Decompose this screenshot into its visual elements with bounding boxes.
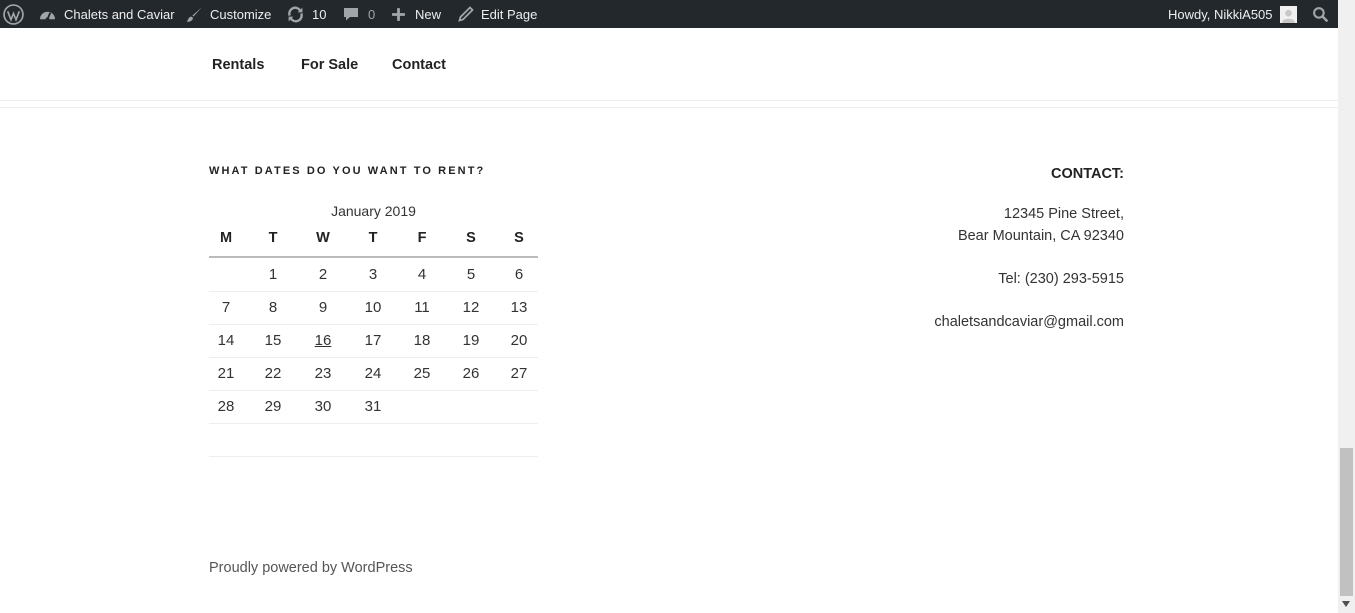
calendar-day: 27	[510, 365, 528, 382]
calendar-day: 20	[510, 332, 528, 349]
divider	[209, 456, 538, 457]
calendar-day: 10	[364, 299, 382, 316]
scrollbar-thumb[interactable]	[1340, 448, 1353, 596]
weekday-sun: S	[514, 230, 524, 246]
site-name-link[interactable]: Chalets and Caviar	[39, 0, 175, 28]
dashboard-icon	[39, 7, 56, 22]
new-content-link[interactable]: New	[391, 0, 441, 28]
calendar-day: 28	[217, 398, 235, 415]
edit-page-link[interactable]: Edit Page	[458, 0, 537, 28]
weekday-fri: F	[417, 230, 427, 246]
calendar-day: 14	[217, 332, 235, 349]
calendar-day: 3	[368, 266, 378, 283]
customize-label: Customize	[210, 6, 272, 22]
calendar-day: 21	[217, 365, 235, 382]
calendar-day: 29	[264, 398, 282, 415]
updates-link[interactable]: 10	[287, 0, 326, 28]
customize-link[interactable]: Customize	[186, 0, 271, 28]
calendar-week-row: 14 15 16 17 18 19 20	[209, 325, 538, 358]
calendar-day: 19	[462, 332, 480, 349]
calendar-day: 6	[514, 266, 524, 283]
calendar-widget-title: What dates do you want to rent?	[209, 165, 486, 177]
calendar-day: 23	[314, 365, 332, 382]
powered-by-link[interactable]: Proudly powered by WordPress	[209, 560, 413, 576]
weekday-wed: W	[316, 230, 330, 246]
nav-item-rentals[interactable]: Rentals	[212, 57, 264, 73]
calendar-day: 5	[466, 266, 476, 283]
new-label: New	[415, 6, 442, 22]
calendar-day: 24	[364, 365, 382, 382]
nav-item-contact[interactable]: Contact	[392, 57, 446, 73]
calendar-day: 4	[417, 266, 427, 283]
calendar-day: 9	[318, 299, 328, 316]
wordpress-logo-icon[interactable]	[3, 0, 24, 28]
calendar-day: 1	[268, 266, 278, 283]
comments-count: 0	[368, 6, 376, 22]
calendar-week-row: 28 29 30 31	[209, 391, 538, 424]
calendar-day: 31	[364, 398, 382, 415]
calendar-day: 15	[264, 332, 282, 349]
calendar-day: 26	[462, 365, 480, 382]
calendar-week-row: 7 8 9 10 11 12 13	[209, 292, 538, 325]
calendar-day: 13	[510, 299, 528, 316]
calendar-day: 30	[314, 398, 332, 415]
scroll-down-arrow-icon[interactable]	[1342, 601, 1350, 607]
calendar-day: 18	[413, 332, 431, 349]
pencil-icon	[458, 6, 474, 22]
updates-count: 10	[312, 6, 327, 22]
calendar-day: 17	[364, 332, 382, 349]
contact-widget: CONTACT: 12345 Pine Street, Bear Mountai…	[934, 166, 1124, 333]
howdy-label: Howdy, NikkiA505	[1168, 6, 1273, 22]
my-account-link[interactable]: Howdy, NikkiA505	[1168, 0, 1297, 28]
calendar-day: 12	[462, 299, 480, 316]
calendar-week-row: 21 22 23 24 25 26 27	[209, 358, 538, 391]
avatar	[1279, 5, 1297, 23]
weekday-tue: T	[268, 230, 278, 246]
address-line-2: Bear Mountain, CA 92340	[957, 228, 1124, 244]
admin-bar: Chalets and Caviar Customize 10 0 New Ed…	[0, 0, 1338, 28]
plus-icon	[391, 7, 406, 22]
comment-icon	[343, 6, 359, 22]
calendar-caption: January 2019	[331, 203, 416, 219]
calendar-day: 7	[221, 299, 231, 316]
weekday-sat: S	[466, 230, 476, 246]
contact-phone: Tel: (230) 293-5915	[998, 271, 1124, 287]
calendar-day: 2	[318, 266, 328, 283]
main-navigation: Rentals For Sale Contact	[0, 28, 1338, 101]
nav-item-for-sale[interactable]: For Sale	[301, 57, 358, 73]
calendar-day: 25	[413, 365, 431, 382]
contact-title: CONTACT:	[1050, 166, 1124, 182]
comments-link[interactable]: 0	[343, 0, 375, 28]
weekday-mon: M	[219, 230, 233, 246]
calendar-day: 8	[268, 299, 278, 316]
site-name-label: Chalets and Caviar	[64, 6, 175, 22]
calendar-week-row: 1 2 3 4 5 6	[209, 259, 538, 292]
edit-page-label: Edit Page	[481, 6, 538, 22]
search-icon[interactable]	[1312, 0, 1329, 28]
updates-icon	[287, 6, 304, 23]
calendar-day: 22	[264, 365, 282, 382]
calendar-header-row: M T W T F S S	[209, 226, 538, 258]
scrollbar[interactable]	[1338, 0, 1355, 613]
weekday-thu: T	[368, 230, 378, 246]
divider	[0, 107, 1338, 108]
address-line-1: 12345 Pine Street,	[1003, 206, 1124, 222]
calendar-day-today: 16	[314, 332, 332, 349]
calendar-day: 11	[414, 299, 430, 316]
contact-email[interactable]: chaletsandcaviar@gmail.com	[934, 311, 1124, 333]
brush-icon	[186, 6, 203, 23]
